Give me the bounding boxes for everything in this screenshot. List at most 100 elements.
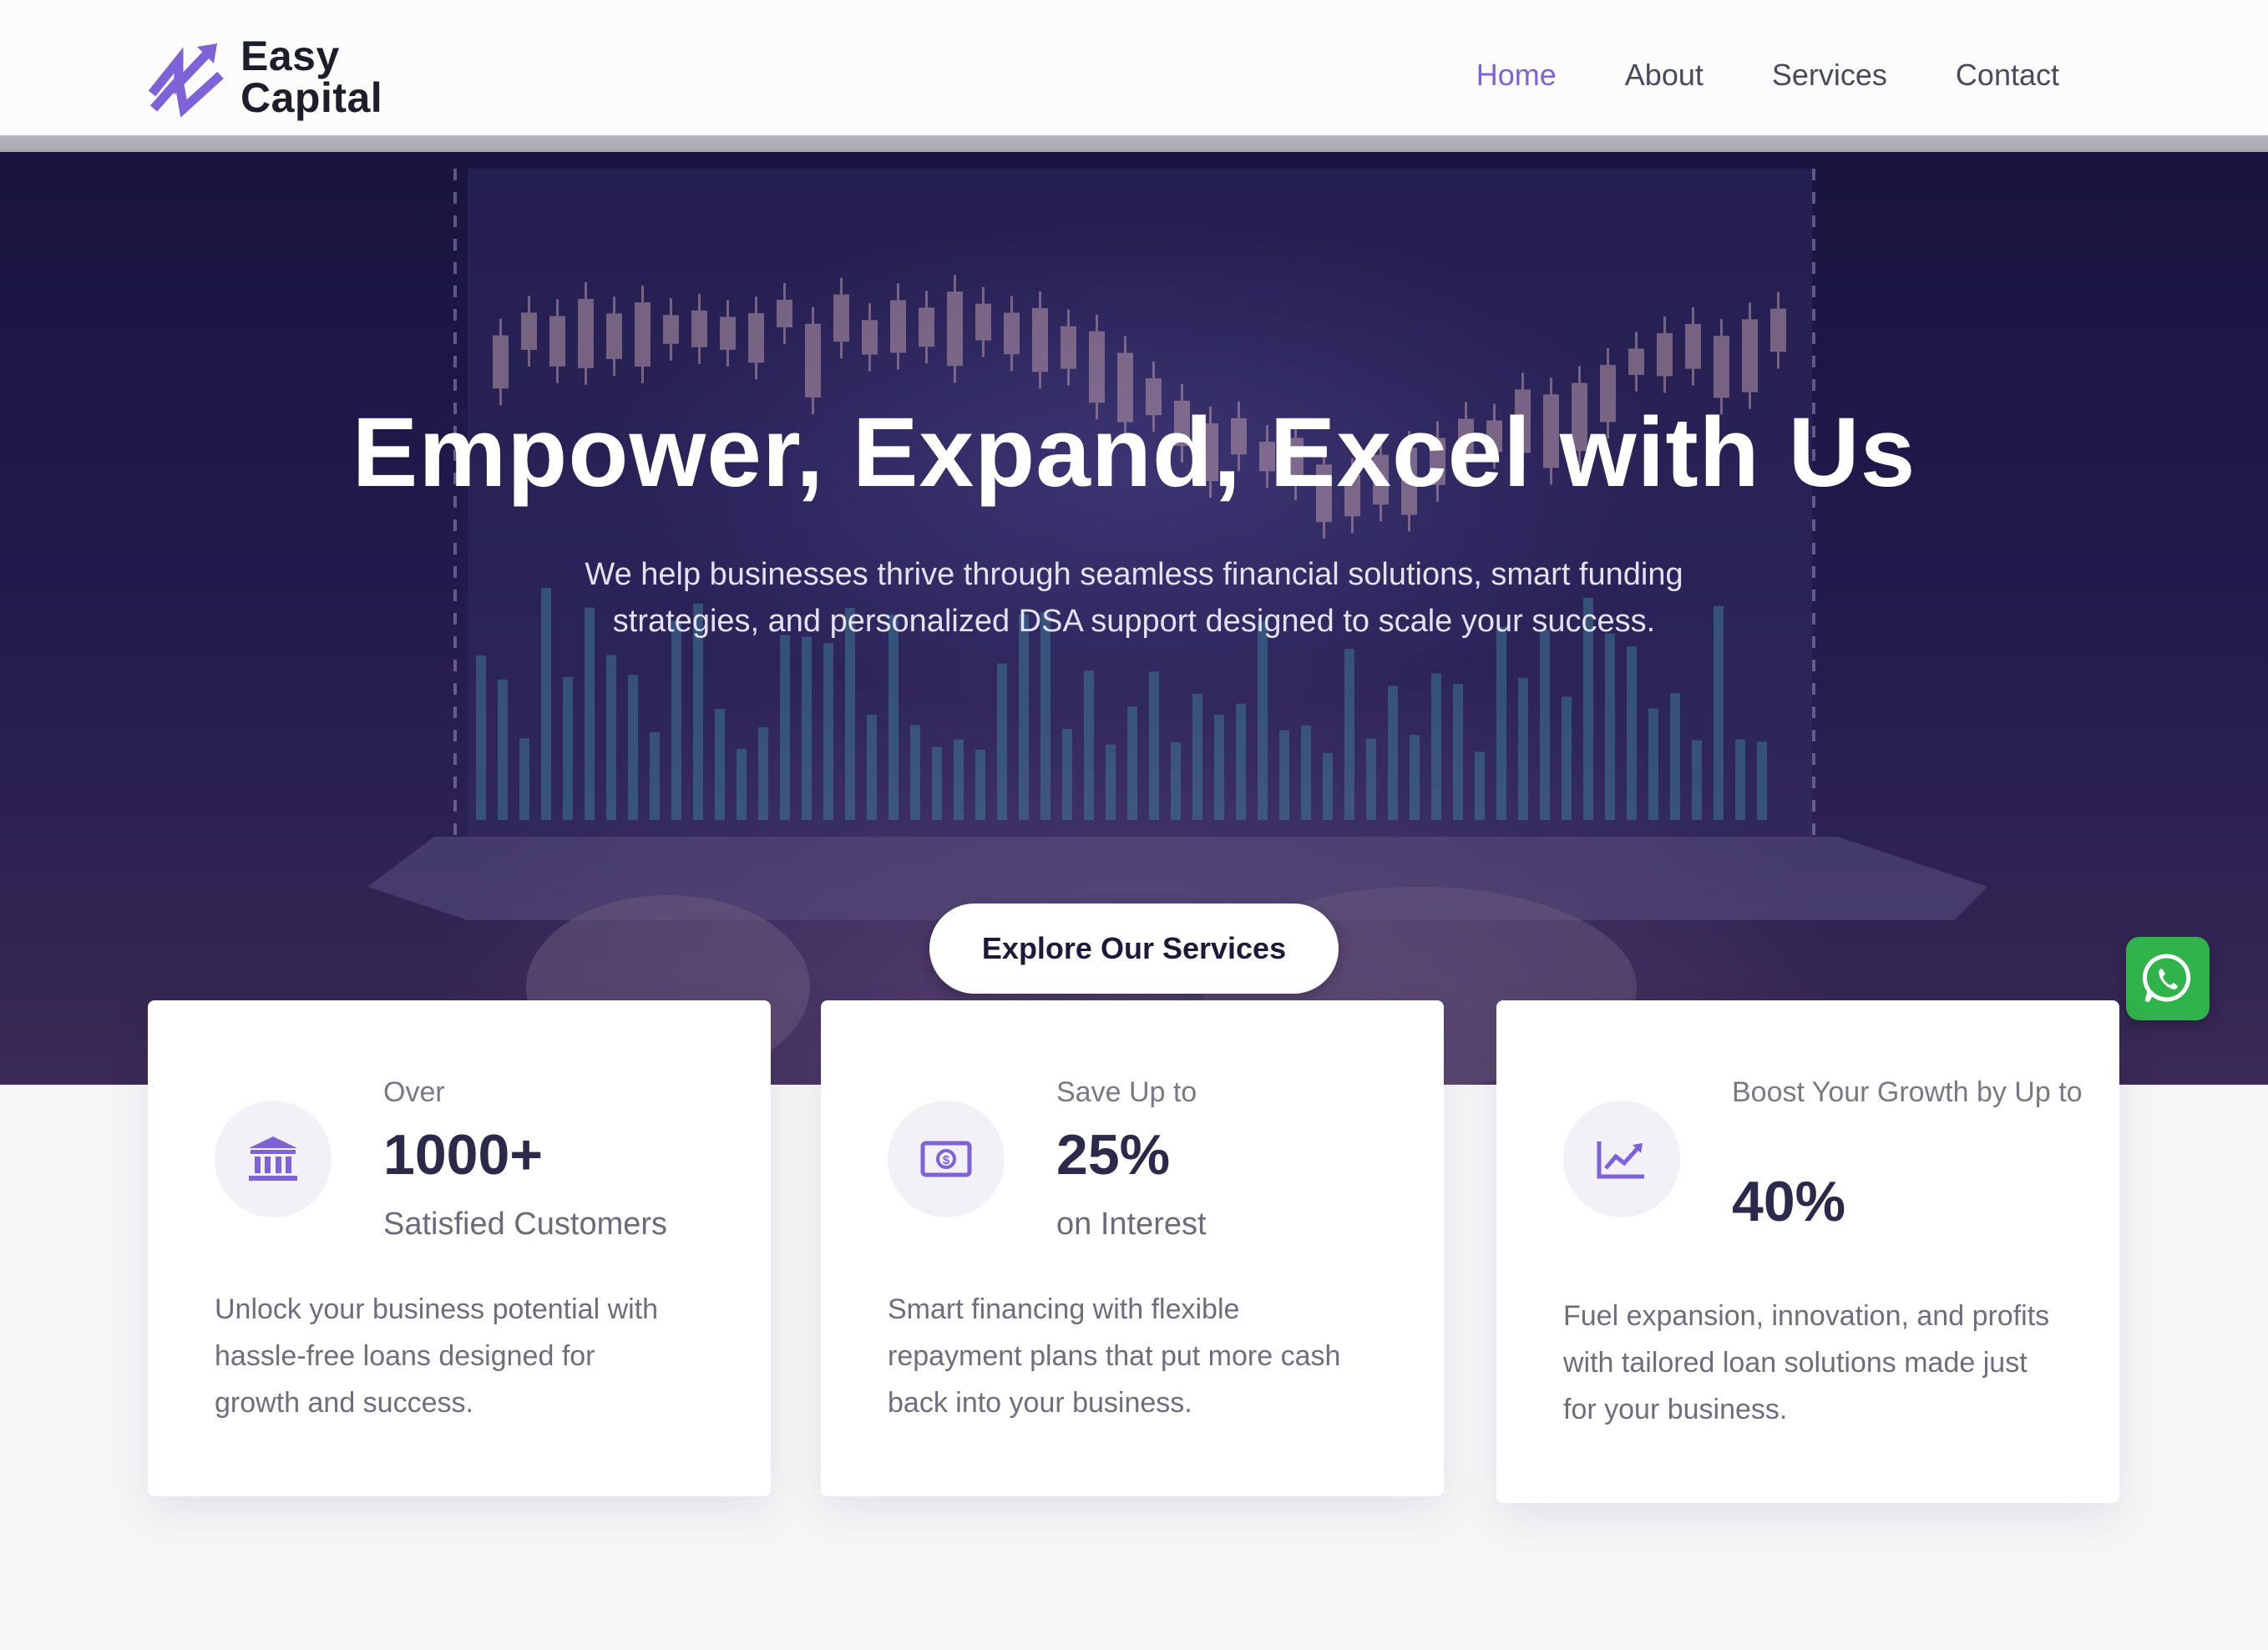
header-divider — [0, 135, 2268, 152]
stat-label-bottom: on Interest — [1056, 1207, 1207, 1242]
bg-candle-body — [748, 313, 764, 363]
bg-volume-bar — [1323, 752, 1333, 820]
bg-volume-bar — [780, 635, 790, 820]
bg-volume-bar — [823, 642, 833, 820]
nav-home[interactable]: Home — [1476, 52, 1557, 99]
bg-volume-bar — [1496, 626, 1506, 820]
bg-candle-body — [493, 335, 509, 389]
growth-chart-icon — [1597, 1141, 1644, 1179]
bg-volume-bar — [1562, 696, 1572, 820]
stat-card-interest: $ Save Up to 25% on Interest Smart finan… — [821, 1000, 1444, 1496]
bg-candle-body — [919, 307, 934, 347]
bg-candle-body — [1061, 326, 1076, 369]
bg-volume-bar — [1757, 741, 1767, 820]
hero-title: Empower, Expand, Excel with Us — [352, 397, 1916, 508]
stat-label-top: Save Up to — [1056, 1076, 1197, 1108]
bg-volume-bar — [1171, 742, 1181, 820]
nav-about[interactable]: About — [1625, 52, 1704, 99]
bg-volume-bar — [758, 727, 768, 820]
bg-volume-bar — [1019, 614, 1029, 820]
bg-candle-body — [1032, 307, 1048, 372]
bank-icon — [249, 1136, 297, 1181]
brand-logo[interactable]: Easy Capital — [145, 33, 382, 120]
stat-description: Smart financing with flexible repayment … — [888, 1293, 1341, 1419]
bg-volume-bar — [1453, 684, 1463, 820]
bg-volume-bar — [1431, 673, 1441, 820]
stat-label-top: Over — [383, 1076, 445, 1108]
stat-value: 25% — [1056, 1123, 1171, 1187]
bg-volume-bar — [606, 655, 616, 820]
bg-candle-body — [1742, 319, 1758, 392]
bg-volume-bar — [954, 739, 964, 820]
bg-volume-bar — [1627, 646, 1637, 820]
bg-volume-bar — [1214, 714, 1224, 820]
stat-card-growth: Boost Your Growth by Up to 40% Fuel expa… — [1496, 1000, 2119, 1503]
brand-name-line2: Capital — [240, 74, 383, 121]
bg-volume-bar — [715, 709, 725, 820]
bg-volume-bar — [1518, 677, 1528, 820]
bg-candle-body — [1685, 323, 1701, 369]
cash-icon: $ — [920, 1141, 972, 1177]
bg-candle-body — [1770, 308, 1786, 352]
stat-value: 1000+ — [383, 1123, 543, 1187]
bg-candle-body — [777, 299, 792, 327]
bg-volume-bar — [1236, 703, 1246, 820]
hero-subtitle: We help businesses thrive through seamle… — [585, 557, 1683, 639]
bg-candle-body — [578, 299, 594, 368]
bg-volume-bar — [1648, 708, 1658, 820]
bg-candle-body — [890, 300, 906, 353]
stat-description: Unlock your business potential with hass… — [215, 1293, 659, 1419]
bg-volume-bar — [1192, 693, 1202, 820]
bg-volume-bar — [1062, 728, 1072, 820]
bg-candle-body — [635, 302, 651, 367]
bg-volume-bar — [1258, 620, 1268, 820]
bg-volume-bar — [1540, 630, 1550, 820]
card-icon-wrap — [1563, 1101, 1680, 1217]
bg-candle-body — [1089, 331, 1105, 403]
bg-volume-bar — [563, 676, 573, 820]
card-icon-wrap: $ — [888, 1101, 1005, 1217]
site-header: Easy Capital Home About Services Contact — [0, 0, 2268, 135]
logo-mark-icon — [148, 43, 224, 118]
bg-volume-bar — [888, 614, 899, 820]
bg-volume-bar — [932, 747, 942, 820]
bg-volume-bar — [1084, 671, 1094, 820]
bg-candle-body — [805, 323, 821, 397]
bg-volume-bar — [1475, 752, 1485, 820]
bg-volume-bar — [1410, 735, 1420, 820]
bg-candle-body — [1628, 348, 1644, 375]
bg-volume-bar — [1279, 730, 1289, 820]
stat-description: Fuel expansion, innovation, and profits … — [1563, 1300, 2050, 1425]
bg-volume-bar — [802, 636, 812, 820]
bg-candle-body — [862, 320, 878, 355]
card-icon-wrap — [215, 1101, 332, 1217]
bg-volume-bar — [737, 749, 747, 820]
bg-volume-bar — [1106, 744, 1116, 820]
whatsapp-icon — [2142, 954, 2191, 1003]
bg-volume-bar — [1670, 693, 1680, 820]
nav-contact[interactable]: Contact — [1956, 52, 2059, 99]
bg-volume-bar — [476, 655, 486, 820]
bg-volume-bar — [975, 749, 985, 820]
bg-candle-body — [663, 315, 679, 344]
brand-name-line1: Easy — [240, 33, 340, 79]
bg-volume-bar — [1344, 649, 1354, 820]
bg-volume-bar — [867, 715, 877, 820]
bg-candle-body — [720, 316, 736, 350]
bg-candle-body — [1004, 312, 1020, 355]
bg-volume-bar — [1605, 633, 1615, 820]
bg-volume-bar — [1692, 740, 1702, 820]
brand-name: Easy Capital — [240, 35, 382, 119]
bg-volume-bar — [498, 679, 508, 820]
bg-volume-bar — [1388, 686, 1398, 820]
bg-candle-body — [691, 310, 707, 347]
bg-volume-bar — [910, 725, 920, 820]
stat-card-customers: Over 1000+ Satisfied Customers Unlock yo… — [148, 1000, 771, 1496]
bg-candle-body — [975, 303, 991, 341]
explore-services-button[interactable]: Explore Our Services — [929, 903, 1339, 994]
bg-volume-bar — [1149, 671, 1159, 820]
main-nav: Home About Services Contact — [1476, 52, 2059, 99]
whatsapp-button[interactable] — [2126, 937, 2210, 1020]
bg-candle-body — [521, 312, 537, 351]
nav-services[interactable]: Services — [1772, 52, 1887, 99]
